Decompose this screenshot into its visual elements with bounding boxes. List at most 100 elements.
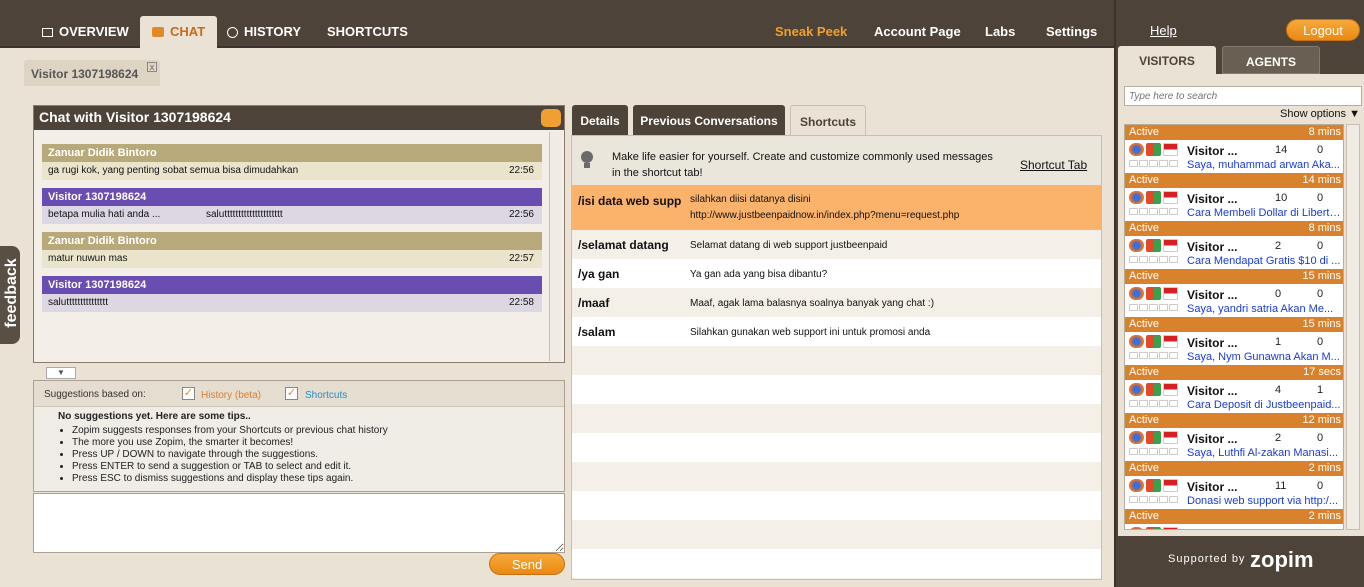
visitor-messages: 0 [1317,480,1324,492]
visitor-time: 2 mins [1308,510,1341,522]
clock-icon [227,26,238,38]
sneak-peek-link[interactable]: Sneak Peek [775,24,847,39]
help-link[interactable]: Help [1150,23,1177,38]
suggestions-label: Suggestions based on: [44,389,146,400]
visitor-messages: 0 [1317,432,1324,444]
visitor-messages: 0 [1317,192,1324,204]
top-nav: OVERVIEW CHAT HISTORY SHORTCUTS Sneak Pe… [0,0,1116,48]
os-icon [1146,191,1161,204]
tab-shortcuts[interactable]: SHORTCUTS [327,16,408,48]
visitor-pageviews: 2 [1275,240,1282,252]
browser-icon [1129,191,1144,204]
chat-message: Visitor 1307198624 saluttttttttttttttt 2… [42,276,542,312]
visitor-pageviews: 10 [1275,192,1288,204]
visitor-icons [1129,383,1178,396]
visitor-time: 17 secs [1303,366,1341,378]
shortcuts-checkbox[interactable]: ✓ [285,387,298,400]
tab-previous-conversations[interactable]: Previous Conversations [633,105,785,135]
shortcut-row[interactable]: /selamat datang Selamat datang di web su… [572,230,1101,259]
copy-icon[interactable] [541,109,561,127]
feedback-tab[interactable]: feedback [0,246,20,344]
labs-link[interactable]: Labs [985,24,1015,39]
visitor-tab-label: Visitor 1307198624 [31,67,139,81]
message-author: Zanuar Didik Bintoro [42,144,542,162]
tab-chat-label: CHAT [170,24,206,39]
shortcut-key: /isi data web supp [578,194,682,208]
shortcut-row[interactable]: /ya gan Ya gan ada yang bisa dibantu? [572,259,1101,288]
os-icon [1146,143,1161,156]
visitor-activity [1129,304,1178,311]
visitor-item[interactable]: Active 14 mins Visitor ... 10 0 Cara Mem… [1125,173,1343,221]
visitor-body: Visitor ... 2 0 Saya, Luthfi Al-zakan Ma… [1125,428,1343,461]
message-body: saluttttttttttttttt 22:58 [42,294,542,312]
chat-scrollbar[interactable] [549,132,562,361]
visitor-item[interactable]: Active 8 mins Visitor ... 14 0 Saya, muh… [1125,125,1343,173]
tab-shortcuts-panel[interactable]: Shortcuts [790,105,866,135]
chat-panel: Chat with Visitor 1307198624 Zanuar Didi… [33,105,565,363]
browser-icon [1129,431,1144,444]
visitor-icons [1129,527,1178,529]
tab-agents[interactable]: AGENTS [1222,46,1320,74]
tab-visitors[interactable]: VISITORS [1118,46,1216,74]
visitor-item[interactable]: Active 2 mins Visitor ... [1125,509,1343,529]
history-checkbox[interactable]: ✓ [182,387,195,400]
visitor-item[interactable]: Active 15 mins Visitor ... 0 0 Saya, yan… [1125,269,1343,317]
visitor-name: Visitor ... [1187,192,1238,206]
visitor-body: Visitor ... 14 0 Saya, muhammad arwan Ak… [1125,140,1343,173]
visitor-item[interactable]: Active 8 mins Visitor ... 2 0 Cara Menda… [1125,221,1343,269]
visitor-item[interactable]: Active 2 mins Visitor ... 11 0 Donasi we… [1125,461,1343,509]
tab-overview-label: OVERVIEW [59,24,129,39]
visitor-icons [1129,239,1178,252]
tab-chat[interactable]: CHAT [140,16,218,48]
suggestions-toggle[interactable]: ▼ [46,367,76,379]
message-text: matur nuwun mas [48,253,128,264]
tab-overview[interactable]: OVERVIEW [42,16,129,48]
visitor-status-bar: Active 8 mins [1125,221,1343,236]
visitor-status: Active [1129,174,1159,186]
logout-button[interactable]: Logout [1286,19,1360,41]
chat-input[interactable] [33,493,565,553]
flag-icon [1163,479,1178,492]
visitor-time: 8 mins [1308,126,1341,138]
visitor-time: 15 mins [1302,270,1341,282]
chat-title: Chat with Visitor 1307198624 [39,109,231,125]
empty-row [572,491,1101,520]
visitor-status: Active [1129,462,1159,474]
settings-link[interactable]: Settings [1046,24,1097,39]
shortcut-value: Ya gan ada yang bisa dibantu? [690,269,828,280]
flag-icon [1163,239,1178,252]
search-input[interactable] [1124,86,1362,106]
chat-message: Zanuar Didik Bintoro ga rugi kok, yang p… [42,144,542,180]
show-options-link[interactable]: Show options ▼ [1280,108,1360,120]
tab-details[interactable]: Details [572,105,628,135]
shortcut-row[interactable]: /maaf Maaf, agak lama balasnya soalnya b… [572,288,1101,317]
empty-row [572,520,1101,549]
shortcut-tip-text: Make life easier for yourself. Create an… [612,151,993,179]
chat-bubble-icon [152,27,164,37]
tip-item: Zopim suggests responses from your Short… [72,425,540,437]
account-page-link[interactable]: Account Page [874,24,961,39]
visitor-item[interactable]: Active 15 mins Visitor ... 1 0 Saya, Nym… [1125,317,1343,365]
visitor-body: Visitor ... 2 0 Cara Mendapat Gratis $10… [1125,236,1343,269]
visitor-body: Visitor ... 0 0 Saya, yandri satria Akan… [1125,284,1343,317]
visitor-body: Visitor ... 1 0 Saya, Nym Gunawna Akan M… [1125,332,1343,365]
visitor-name: Visitor ... [1187,384,1238,398]
shortcut-value-line2: http://www.justbeenpaidnow.in/index.php?… [690,210,960,221]
visitor-item[interactable]: Active 12 mins Visitor ... 2 0 Saya, Lut… [1125,413,1343,461]
tip-item: Press ENTER to send a suggestion or TAB … [72,461,540,473]
visitor-scrollbar[interactable] [1346,124,1360,530]
shortcut-row[interactable]: /isi data web supp silahkan diisi datany… [572,186,1101,230]
tab-history[interactable]: HISTORY [227,16,301,48]
message-text: ga rugi kok, yang penting sobat semua bi… [48,165,299,176]
visitor-status-bar: Active 8 mins [1125,125,1343,140]
shortcut-key: /ya gan [578,267,620,281]
close-icon[interactable]: x [147,62,157,72]
shortcut-row[interactable]: /salam Silahkan gunakan web support ini … [572,317,1101,346]
shortcut-tab-link[interactable]: Shortcut Tab [1020,158,1087,172]
visitor-tab[interactable]: Visitor 1307198624 [24,60,160,86]
visitor-item[interactable]: Active 17 secs Visitor ... 4 1 Cara Depo… [1125,365,1343,413]
visitor-pageviews: 1 [1275,336,1282,348]
send-button[interactable]: Send [489,553,565,575]
visitor-messages: 0 [1317,288,1324,300]
visitor-status-bar: Active 15 mins [1125,269,1343,284]
